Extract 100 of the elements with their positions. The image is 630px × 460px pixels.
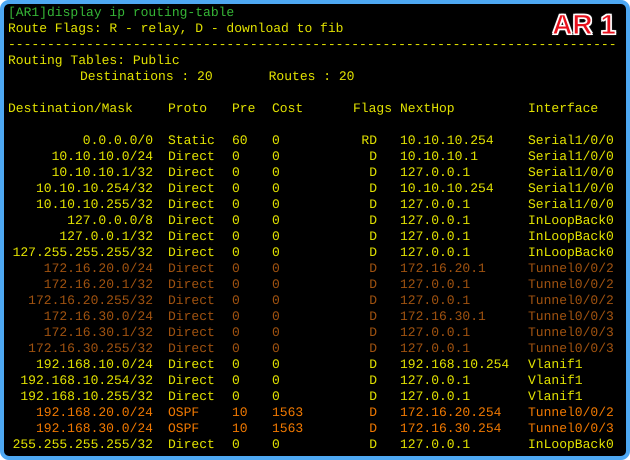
table-cell: 127.0.0.1 bbox=[400, 389, 470, 404]
destinations-count: Destinations : 20 bbox=[80, 69, 213, 85]
column-header: Flags bbox=[353, 101, 392, 116]
table-cell: 127.0.0.1 bbox=[400, 277, 470, 292]
table-cell: Direct bbox=[168, 165, 215, 180]
column-header: NextHop bbox=[400, 101, 455, 116]
table-cell: Direct bbox=[168, 357, 215, 372]
table-cell: 127.0.0.0/8 bbox=[67, 213, 153, 228]
table-cell: Vlanif1 bbox=[528, 389, 583, 404]
table-cell: 127.0.0.1 bbox=[400, 245, 470, 260]
table-cell: 172.16.30.0/24 bbox=[44, 309, 153, 324]
table-cell: 10 bbox=[232, 405, 248, 420]
table-cell: Direct bbox=[168, 229, 215, 244]
table-cell: D bbox=[369, 293, 377, 308]
table-cell: Direct bbox=[168, 181, 215, 196]
table-cell: 192.168.30.0/24 bbox=[36, 421, 153, 436]
table-cell: 127.0.0.1 bbox=[400, 165, 470, 180]
table-cell: 1563 bbox=[272, 421, 304, 436]
table-cell: 1563 bbox=[272, 405, 304, 420]
table-cell: InLoopBack0 bbox=[528, 229, 614, 244]
table-cell: 0 bbox=[272, 229, 280, 244]
table-cell: Direct bbox=[168, 325, 215, 340]
table-cell: 192.168.10.255/32 bbox=[20, 389, 153, 404]
table-cell: 127.255.255.255/32 bbox=[12, 245, 153, 260]
table-cell: D bbox=[369, 341, 377, 356]
table-cell: 0 bbox=[272, 261, 280, 276]
table-cell: 0 bbox=[272, 437, 280, 452]
table-cell: 192.168.10.254 bbox=[400, 357, 510, 372]
table-cell: Direct bbox=[168, 261, 215, 276]
table-cell: D bbox=[369, 325, 377, 340]
table-cell: 0 bbox=[232, 437, 240, 452]
table-cell: D bbox=[369, 277, 377, 292]
table-cell: InLoopBack0 bbox=[528, 437, 614, 452]
command-line: [AR1]display ip routing-table bbox=[8, 5, 234, 21]
table-cell: 127.0.0.1 bbox=[400, 197, 470, 212]
table-cell: Direct bbox=[168, 277, 215, 292]
table-cell: Direct bbox=[168, 197, 215, 212]
table-cell: 0 bbox=[272, 309, 280, 324]
table-cell: 0 bbox=[232, 277, 240, 292]
table-cell: Serial1/0/0 bbox=[528, 181, 614, 196]
table-cell: Direct bbox=[168, 341, 215, 356]
table-cell: Vlanif1 bbox=[528, 357, 583, 372]
table-cell: Direct bbox=[168, 437, 215, 452]
table-cell: Direct bbox=[168, 293, 215, 308]
table-cell: D bbox=[369, 181, 377, 196]
table-cell: Tunnel0/0/3 bbox=[528, 325, 614, 340]
table-cell: Direct bbox=[168, 245, 215, 260]
table-cell: 0 bbox=[272, 373, 280, 388]
table-cell: 0 bbox=[272, 341, 280, 356]
table-cell: D bbox=[369, 373, 377, 388]
table-cell: 0 bbox=[272, 165, 280, 180]
table-cell: 127.0.0.1 bbox=[400, 373, 470, 388]
table-cell: D bbox=[369, 309, 377, 324]
table-cell: 172.16.30.255/32 bbox=[28, 341, 153, 356]
table-cell: 0 bbox=[232, 357, 240, 372]
table-cell: 192.168.10.0/24 bbox=[36, 357, 153, 372]
table-cell: D bbox=[369, 437, 377, 452]
table-cell: Vlanif1 bbox=[528, 373, 583, 388]
table-cell: Static bbox=[168, 133, 215, 148]
table-cell: D bbox=[369, 389, 377, 404]
table-cell: 0 bbox=[232, 213, 240, 228]
table-cell: 172.16.20.1 bbox=[400, 261, 486, 276]
table-cell: 0.0.0.0/0 bbox=[82, 133, 153, 148]
column-header: Destination/Mask bbox=[8, 101, 133, 116]
column-header: Interface bbox=[528, 101, 598, 116]
column-header: Pre bbox=[232, 101, 256, 116]
table-cell: 0 bbox=[232, 181, 240, 196]
table-cell: 0 bbox=[232, 341, 240, 356]
table-cell: D bbox=[369, 197, 377, 212]
table-cell: D bbox=[369, 405, 377, 420]
table-cell: 10.10.10.255/32 bbox=[36, 197, 153, 212]
table-cell: OSPF bbox=[168, 421, 200, 436]
table-cell: 172.16.20.1/32 bbox=[44, 277, 153, 292]
table-cell: 127.0.0.1 bbox=[400, 325, 470, 340]
table-cell: Direct bbox=[168, 213, 215, 228]
table-cell: Direct bbox=[168, 149, 215, 164]
table-cell: 0 bbox=[232, 325, 240, 340]
table-cell: 0 bbox=[272, 293, 280, 308]
table-cell: Serial1/0/0 bbox=[528, 133, 614, 148]
table-cell: 10.10.10.254 bbox=[400, 181, 494, 196]
table-cell: 0 bbox=[232, 149, 240, 164]
table-cell: 172.16.20.254 bbox=[400, 405, 502, 420]
table-cell: 0 bbox=[272, 213, 280, 228]
table-cell: D bbox=[369, 261, 377, 276]
table-cell: 0 bbox=[232, 373, 240, 388]
table-cell: D bbox=[369, 213, 377, 228]
table-cell: 0 bbox=[272, 245, 280, 260]
table-cell: InLoopBack0 bbox=[528, 213, 614, 228]
table-cell: 127.0.0.1 bbox=[400, 293, 470, 308]
table-cell: 127.0.0.1 bbox=[400, 437, 470, 452]
table-cell: Direct bbox=[168, 373, 215, 388]
table-cell: 10.10.10.0/24 bbox=[52, 149, 153, 164]
table-name: Routing Tables: Public bbox=[8, 53, 180, 69]
table-cell: 10.10.10.1/32 bbox=[52, 165, 153, 180]
table-cell: 0 bbox=[272, 325, 280, 340]
table-cell: 0 bbox=[272, 389, 280, 404]
table-cell: Tunnel0/0/2 bbox=[528, 261, 614, 276]
table-cell: 0 bbox=[232, 309, 240, 324]
table-cell: Tunnel0/0/3 bbox=[528, 341, 614, 356]
table-cell: 0 bbox=[272, 277, 280, 292]
